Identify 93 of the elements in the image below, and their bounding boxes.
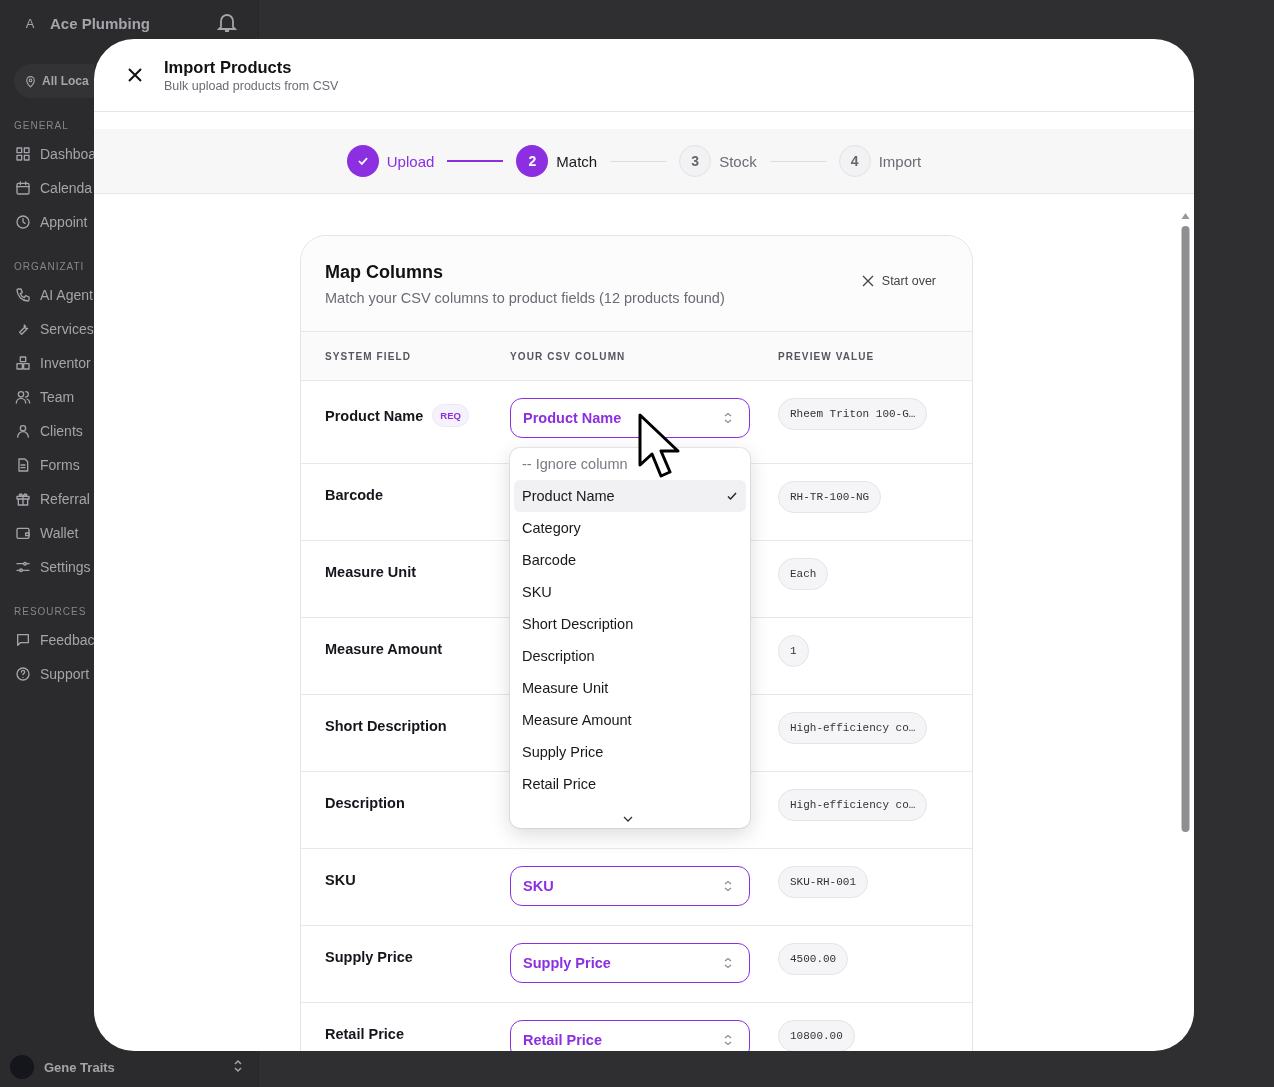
preview-value: Rheem Triton 100-G…: [778, 398, 928, 430]
field-name: Measure Unit: [325, 564, 417, 580]
nav-item[interactable]: Calenda: [40, 180, 93, 196]
step-label: Import: [878, 152, 922, 170]
chevron-updown-icon: [723, 957, 733, 969]
dropdown-option[interactable]: Retail Price: [514, 768, 746, 800]
workspace-initial: A: [24, 15, 36, 31]
clock-icon: [15, 214, 31, 230]
user-name: Gene Traits: [44, 1059, 115, 1075]
dropdown-option[interactable]: Barcode: [514, 544, 746, 576]
nav-item[interactable]: Feedbac: [40, 632, 95, 648]
field-name: SKU: [325, 872, 356, 888]
nav-item[interactable]: Team: [40, 389, 75, 405]
dropdown-option[interactable]: -- Ignore column: [514, 448, 746, 480]
pin-icon: [24, 74, 37, 88]
section-heading: RESOURCES: [13, 606, 88, 617]
dropdown-option[interactable]: Measure Amount: [514, 704, 746, 736]
step-label: Match: [556, 152, 598, 170]
preview-value: High-efficiency co…: [778, 789, 928, 821]
gift-icon: [15, 491, 31, 507]
nav-item[interactable]: Clients: [40, 423, 83, 439]
wallet-icon: [15, 525, 31, 541]
column-select[interactable]: Supply Price: [510, 943, 750, 983]
dropdown-option[interactable]: Short Description: [514, 608, 746, 640]
start-over-button[interactable]: Start over: [861, 270, 936, 292]
preview-value: SKU-RH-001: [778, 866, 868, 898]
nav-item[interactable]: Referral: [40, 491, 90, 507]
field-name: Short Description: [325, 718, 447, 734]
workspace-name[interactable]: Ace Plumbing: [50, 14, 150, 32]
chat-icon: [15, 632, 31, 648]
nav-item[interactable]: Wallet: [40, 525, 79, 541]
column-header: SYSTEM FIELD: [325, 350, 412, 362]
preview-value: 1: [778, 635, 809, 667]
document-icon: [15, 457, 31, 473]
chevron-updown-icon: [723, 1034, 733, 1046]
nav-item[interactable]: AI Agent: [40, 287, 93, 303]
column-header: YOUR CSV COLUMN: [510, 350, 627, 362]
chevron-updown-icon: [723, 412, 733, 424]
preview-value: High-efficiency co…: [778, 712, 928, 744]
expand-icon[interactable]: [232, 1059, 244, 1073]
chevron-down-icon: [623, 816, 633, 822]
user-icon: [15, 423, 31, 439]
field-name: Product Name: [325, 407, 424, 424]
column-select[interactable]: Retail Price: [510, 1020, 750, 1051]
modal-title: Import Products: [164, 57, 293, 77]
chevron-updown-icon: [723, 880, 733, 892]
column-header: PREVIEW VALUE: [778, 350, 876, 362]
nav-item[interactable]: Support: [40, 666, 90, 682]
dropdown-option[interactable]: Description: [514, 640, 746, 672]
preview-value: RH-TR-100-NG: [778, 481, 882, 513]
nav-item[interactable]: Services: [40, 321, 94, 337]
calendar-icon: [15, 180, 31, 196]
section-heading: GENERAL: [13, 120, 70, 131]
modal-subtitle: Bulk upload products from CSV: [164, 78, 339, 93]
dropdown-option[interactable]: Category: [514, 512, 746, 544]
boxes-icon: [15, 355, 31, 371]
step-number: 2: [528, 153, 537, 169]
step-label: Stock: [719, 152, 757, 170]
preview-value: Each: [778, 558, 829, 590]
dropdown-option[interactable]: Supply Price: [514, 736, 746, 768]
section-heading: ORGANIZATI: [13, 261, 86, 272]
users-icon: [15, 389, 31, 405]
phone-icon: [15, 287, 31, 303]
card-subtitle: Match your CSV columns to product fields (12 products found): [325, 290, 725, 306]
grid-icon: [15, 146, 31, 162]
column-select[interactable]: Product Name: [510, 398, 750, 438]
column-select[interactable]: SKU: [510, 866, 750, 906]
dropdown-option[interactable]: Measure Unit: [514, 672, 746, 704]
step-number: 3: [691, 153, 700, 169]
close-button[interactable]: [126, 66, 144, 84]
preview-value: 10800.00: [778, 1020, 855, 1051]
step-label: Upload: [386, 152, 435, 170]
nav-item[interactable]: Forms: [40, 457, 80, 473]
step-number: 4: [850, 153, 859, 169]
location-selector[interactable]: All Loca: [14, 64, 94, 98]
check-icon: [726, 490, 738, 502]
field-name: Description: [325, 795, 405, 811]
field-name: Retail Price: [325, 1026, 404, 1042]
sliders-icon: [15, 559, 31, 575]
required-badge: REQ: [432, 404, 469, 427]
close-icon: [861, 275, 874, 287]
nav-item[interactable]: Appoint: [40, 214, 88, 230]
help-icon: [15, 666, 31, 682]
dropdown-option[interactable]: Product Name: [514, 480, 746, 512]
nav-item[interactable]: Inventor: [40, 355, 91, 371]
card-title: Map Columns: [325, 262, 444, 283]
field-name: Supply Price: [325, 949, 413, 965]
preview-value: 4500.00: [778, 943, 849, 975]
nav-item[interactable]: Dashboa: [40, 146, 97, 162]
nav-item[interactable]: Settings: [40, 559, 91, 575]
field-name: Measure Amount: [325, 641, 443, 657]
field-name: Barcode: [325, 487, 384, 503]
dropdown-option[interactable]: SKU: [514, 576, 746, 608]
